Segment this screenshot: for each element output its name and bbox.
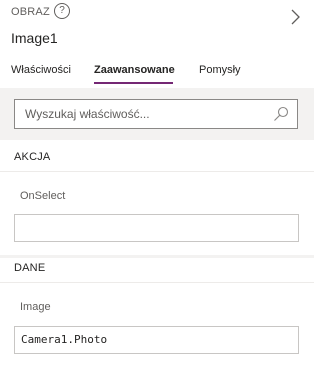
property-value-image: Camera1.Photo bbox=[21, 333, 108, 346]
property-label-onselect: OnSelect bbox=[20, 190, 66, 202]
property-field-onselect[interactable] bbox=[14, 214, 299, 242]
search-input[interactable]: Wyszukaj właściwość... bbox=[14, 99, 298, 129]
tab-advanced[interactable]: Zaawansowane bbox=[94, 64, 175, 76]
section-dane: DANE Image Camera1.Photo bbox=[0, 258, 314, 371]
properties-header: OBRAZ ? Image1 Właściwości Zaawansowane … bbox=[0, 0, 314, 88]
property-label-image: Image bbox=[20, 301, 51, 313]
tab-properties[interactable]: Właściwości bbox=[11, 64, 71, 76]
search-icon[interactable] bbox=[273, 106, 289, 122]
chevron-right-icon[interactable] bbox=[288, 8, 302, 26]
active-tab-indicator bbox=[94, 82, 173, 84]
tab-bar: Właściwości Zaawansowane Pomysły bbox=[0, 64, 314, 86]
property-field-image[interactable]: Camera1.Photo bbox=[14, 326, 299, 354]
section-title-dane: DANE bbox=[14, 262, 46, 274]
section-divider bbox=[0, 171, 314, 172]
section-divider bbox=[0, 282, 314, 283]
section-akcja: AKCJA OnSelect bbox=[0, 140, 314, 255]
control-type-label: OBRAZ bbox=[11, 6, 50, 18]
control-name: Image1 bbox=[11, 30, 58, 46]
help-icon[interactable]: ? bbox=[54, 3, 70, 19]
search-placeholder: Wyszukaj właściwość... bbox=[25, 107, 150, 121]
section-title-akcja: AKCJA bbox=[14, 151, 51, 163]
tab-ideas[interactable]: Pomysły bbox=[199, 64, 241, 76]
